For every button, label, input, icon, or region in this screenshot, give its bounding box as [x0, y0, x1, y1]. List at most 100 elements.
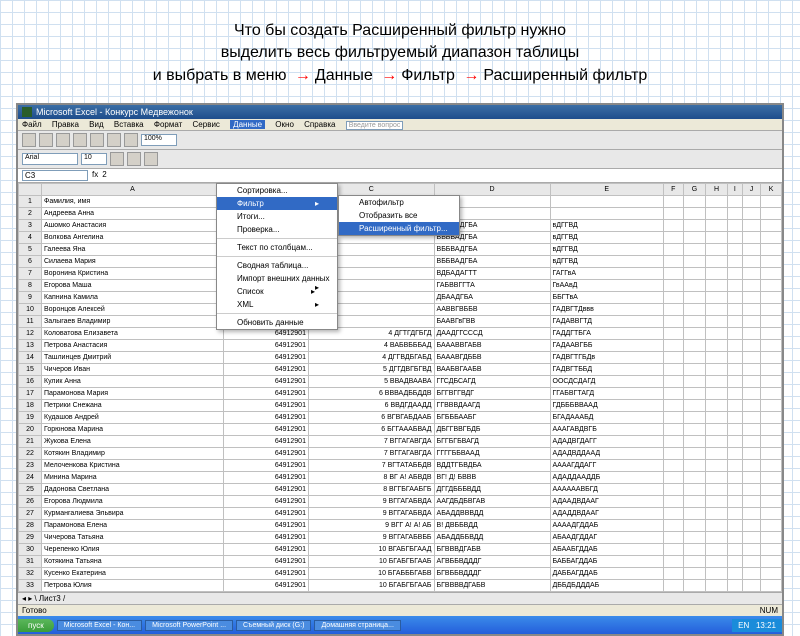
table-row[interactable]: 12Коловатова Елизавета649129014 ДГТГДГБГ…: [19, 328, 782, 340]
formula-input[interactable]: 2: [102, 170, 106, 181]
table-row[interactable]: 27Курмангалиева Эльвира649129019 ВГГАГАБ…: [19, 508, 782, 520]
copy-icon[interactable]: [107, 133, 121, 147]
table-row[interactable]: 17Парамонова Мария649129016 ВВВАДББДДВБГ…: [19, 388, 782, 400]
table-row[interactable]: 11Залыгаев Владимир64912901БААВГвГВВГАДА…: [19, 316, 782, 328]
table-row[interactable]: 9Капнина Камила64912901ДБААДГБАББГТвА: [19, 292, 782, 304]
format-toolbar: Arial 10: [18, 150, 782, 169]
table-row[interactable]: 24Минина Марина649129018 ВГ А! АБВДВВГ! …: [19, 472, 782, 484]
arrow-icon: →: [295, 65, 311, 87]
fx-icon[interactable]: fx: [92, 170, 98, 181]
font-size[interactable]: 10: [81, 153, 107, 165]
menu-item[interactable]: Список▸: [217, 285, 337, 298]
table-row[interactable]: 25Дадонова Светлана649129018 ВГГБГААБГБД…: [19, 484, 782, 496]
table-row[interactable]: 15Чичеров Иван649129015 ДГГДВГБГВДВААБВГ…: [19, 364, 782, 376]
table-row[interactable]: 32Кусенко Екатерина6491290110 БГАБББГАБВ…: [19, 568, 782, 580]
sheet-tabs[interactable]: ◂ ▸ \ Лист3 /: [18, 592, 782, 604]
table-row[interactable]: 23Мелоченкова Кристина649129017 ВГТАТАББ…: [19, 460, 782, 472]
row-header[interactable]: 1: [19, 196, 42, 208]
underline-icon[interactable]: [144, 152, 158, 166]
cut-icon[interactable]: [90, 133, 104, 147]
start-button[interactable]: пуск: [18, 619, 54, 632]
ask-question-box[interactable]: Введите вопрос: [346, 121, 404, 130]
menu-item[interactable]: Обновить данные: [217, 316, 337, 329]
menu-view[interactable]: Вид: [89, 120, 103, 129]
table-row[interactable]: 26Егорова Людмила649129019 ВГГАГАБВДАААГ…: [19, 496, 782, 508]
menu-item[interactable]: Расширенный фильтр...: [339, 222, 459, 235]
table-row[interactable]: 31Котякина Татьяна6491290110 БГАБГБГААБА…: [19, 556, 782, 568]
paste-icon[interactable]: [124, 133, 138, 147]
col-header[interactable]: H: [706, 184, 728, 196]
table-row[interactable]: 22Котякин Владимир649129017 ВГГАГАВГДАГГ…: [19, 448, 782, 460]
worksheet-grid[interactable]: Сортировка...Фильтр▸Итоги...Проверка... Т…: [18, 183, 782, 592]
data-menu-dropdown[interactable]: Сортировка...Фильтр▸Итоги...Проверка... Т…: [216, 183, 338, 330]
table-row[interactable]: 10Воронцов Алексей64912901ААВВГВББВГАДВГ…: [19, 304, 782, 316]
new-icon[interactable]: [22, 133, 36, 147]
menu-item[interactable]: Отобразить все: [339, 209, 459, 222]
table-row[interactable]: 29Чичерова Татьяна649129019 ВГГАГАБВББАБ…: [19, 532, 782, 544]
table-row[interactable]: 5Галеева Яна64912901ВББВАДГБАвДГГВД: [19, 244, 782, 256]
table-row[interactable]: 30Черепенко Юлия6491290110 ВГАБГБГААДБГВ…: [19, 544, 782, 556]
table-row[interactable]: 20Горюнова Марина649129016 БГГАААБВАДДБГ…: [19, 424, 782, 436]
task-item[interactable]: Microsoft PowerPoint ...: [145, 620, 233, 631]
status-bar: ГотовоNUM: [18, 604, 782, 616]
col-header[interactable]: J: [742, 184, 760, 196]
instruction-text: Что бы создать Расширенный фильтр нужно …: [0, 0, 800, 95]
table-row[interactable]: 19Кудашов Андрей649129016 ВГВГАБДААББГББ…: [19, 412, 782, 424]
menu-tools[interactable]: Сервис: [193, 120, 220, 129]
excel-window: Microsoft Excel - Конкурс Медвежонок Фай…: [16, 103, 784, 636]
task-item[interactable]: Microsoft Excel - Кон...: [57, 620, 142, 631]
print-icon[interactable]: [73, 133, 87, 147]
col-header[interactable]: G: [683, 184, 705, 196]
menu-insert[interactable]: Вставка: [114, 120, 144, 129]
menu-item[interactable]: Текст по столбцам...: [217, 241, 337, 254]
table-row[interactable]: 13Петрова Анастасия649129014 ВАБВБББАДБА…: [19, 340, 782, 352]
zoom-box[interactable]: 100%: [141, 134, 177, 146]
menu-data[interactable]: Данные: [230, 120, 265, 129]
font-name[interactable]: Arial: [22, 153, 78, 165]
table-row[interactable]: 18Петрики Снежана649129016 ВВДГДААДДГГВВ…: [19, 400, 782, 412]
menu-window[interactable]: Окно: [275, 120, 294, 129]
table-row[interactable]: 7Воронина Кристина64912901ВДБАДАГТТГАГГв…: [19, 268, 782, 280]
taskbar[interactable]: пуск Microsoft Excel - Кон... Microsoft …: [18, 616, 782, 634]
menu-item[interactable]: Сводная таблица...: [217, 259, 337, 272]
menu-file[interactable]: Файл: [22, 120, 42, 129]
menu-item[interactable]: Сортировка...: [217, 184, 337, 197]
arrow-icon: →: [381, 65, 397, 87]
menu-item[interactable]: Импорт внешних данных▸: [217, 272, 337, 285]
col-header[interactable]: [19, 184, 42, 196]
table-row[interactable]: 33Петрова Юлия6491290110 БГАБГБГААББГВВВ…: [19, 580, 782, 592]
table-row[interactable]: 8Егорова Маша64912901ГАБВВГГТАГвААвД: [19, 280, 782, 292]
menubar[interactable]: Файл Правка Вид Вставка Формат Сервис Да…: [18, 119, 782, 131]
table-row[interactable]: 14Ташлинцев Дмитрий649129014 ДГГВДБГАБДБ…: [19, 352, 782, 364]
italic-icon[interactable]: [127, 152, 141, 166]
col-header[interactable]: E: [550, 184, 663, 196]
task-item[interactable]: Домашняя страница...: [314, 620, 400, 631]
name-box[interactable]: C3: [22, 170, 88, 181]
menu-edit[interactable]: Правка: [52, 120, 79, 129]
standard-toolbar: 100%: [18, 131, 782, 150]
menu-item[interactable]: Итоги...: [217, 210, 337, 223]
col-header[interactable]: A: [42, 184, 224, 196]
col-header[interactable]: I: [727, 184, 742, 196]
menu-item[interactable]: Автофильтр: [339, 196, 459, 209]
table-row[interactable]: 28Парамонова Елена649129019 ВГГ А! А! АБ…: [19, 520, 782, 532]
open-icon[interactable]: [39, 133, 53, 147]
table-row[interactable]: 6Силаева Мария64912901ВББВАДГБАвДГГВД: [19, 256, 782, 268]
menu-item[interactable]: XML▸: [217, 298, 337, 311]
table-row[interactable]: 16Кулик Анна649129015 ВВАДВААВАГГСДБСАГД…: [19, 376, 782, 388]
col-header[interactable]: F: [663, 184, 683, 196]
save-icon[interactable]: [56, 133, 70, 147]
menu-format[interactable]: Формат: [154, 120, 182, 129]
table-row[interactable]: 21Жукова Елена649129017 ВГГАГАВГДАБГГБГБ…: [19, 436, 782, 448]
titlebar: Microsoft Excel - Конкурс Медвежонок: [18, 105, 782, 119]
data-table[interactable]: ABCDEFGHIJK1Фамилия, имякод школы2Андрее…: [18, 183, 782, 592]
filter-submenu[interactable]: АвтофильтрОтобразить всеРасширенный филь…: [338, 195, 460, 236]
bold-icon[interactable]: [110, 152, 124, 166]
menu-item[interactable]: Проверка...: [217, 223, 337, 236]
col-header[interactable]: K: [761, 184, 782, 196]
menu-item[interactable]: Фильтр▸: [217, 197, 337, 210]
system-tray[interactable]: EN 13:21: [732, 619, 782, 632]
menu-help[interactable]: Справка: [304, 120, 335, 129]
col-header[interactable]: D: [434, 184, 550, 196]
task-item[interactable]: Съемный диск (G:): [236, 620, 311, 631]
